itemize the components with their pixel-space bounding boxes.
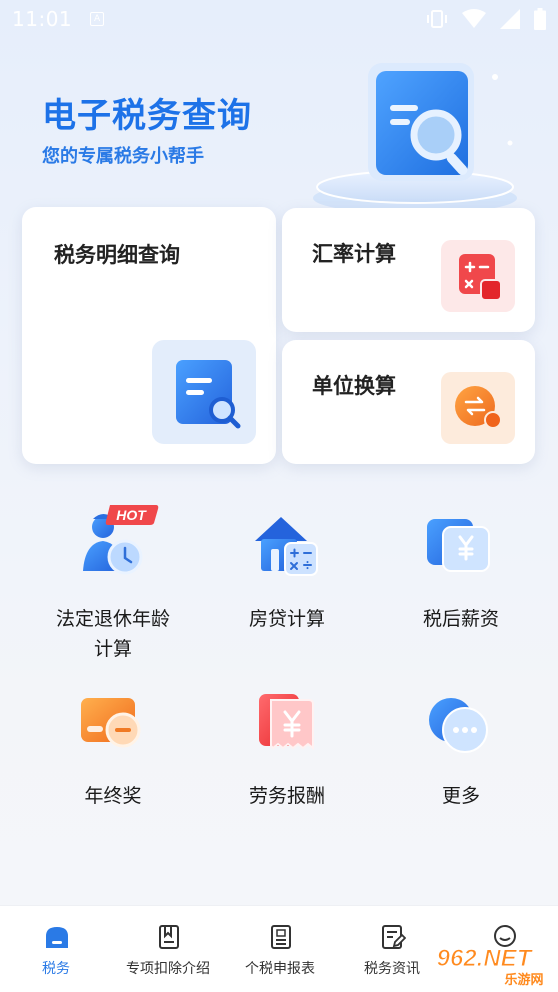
- card-exchange-rate[interactable]: 汇率计算: [282, 208, 535, 332]
- yuan-receipt-icon: [259, 694, 314, 751]
- grid-item-more[interactable]: 更多: [386, 690, 536, 820]
- bonus-card-icon: [81, 698, 141, 748]
- nav-label-tax-return: 个税申报表: [245, 961, 315, 977]
- hot-badge: HOT: [105, 505, 159, 525]
- card-exchange-rate-icon-tile: [441, 240, 515, 312]
- grid-label-mortgage-calc: 房贷计算: [248, 608, 325, 630]
- nav-item-special-deduction[interactable]: 专项扣除介绍: [112, 906, 224, 992]
- grid-label-labor-remuneration: 劳务报酬: [248, 785, 325, 807]
- document-search-icon: [176, 360, 241, 429]
- grid-item-mortgage-calc[interactable]: 房贷计算: [212, 505, 362, 635]
- edit-doc-icon: [382, 925, 406, 949]
- grid-item-labor-remuneration[interactable]: 劳务报酬: [212, 690, 362, 820]
- status-bar: 11:01 A: [0, 0, 558, 38]
- watermark-logo: 962.NET 乐游网: [436, 945, 543, 989]
- wifi-icon: [462, 9, 486, 28]
- calculator-icon: [459, 254, 502, 301]
- house-calculator-icon: [255, 517, 318, 576]
- nav-label-special-deduction: 专项扣除介绍: [126, 961, 210, 977]
- home-icon: [46, 927, 68, 948]
- battery-icon: [534, 8, 546, 30]
- vibrate-icon: [427, 10, 447, 28]
- card-tax-detail-icon-tile: [152, 340, 256, 444]
- card-exchange-rate-title: 汇率计算: [312, 242, 396, 266]
- document-search-icon: [313, 63, 517, 214]
- signal-icon: [500, 9, 520, 29]
- a-badge-icon: A: [90, 12, 105, 26]
- card-unit-convert-title: 单位换算: [312, 374, 396, 398]
- hot-badge-text: HOT: [116, 507, 147, 523]
- status-icons: [426, 8, 546, 30]
- grid-label-retirement-age-line1: 法定退休年龄: [55, 608, 170, 630]
- card-tax-detail-title: 税务明细查询: [54, 243, 180, 267]
- card-unit-convert-icon-tile: [441, 372, 515, 444]
- watermark-text: 962.NET: [437, 945, 534, 972]
- page-subtitle: 您的专属税务小帮手: [42, 146, 204, 167]
- grid-label-more: 更多: [441, 785, 480, 807]
- tax-form-icon: [271, 925, 291, 949]
- card-tax-detail-query[interactable]: 税务明细查询: [22, 207, 276, 464]
- grid-label-retirement-age-line2: 计算: [93, 638, 132, 660]
- more-dots-icon: [429, 698, 488, 753]
- card-unit-convert[interactable]: 单位换算: [282, 340, 535, 464]
- grid-item-after-tax-salary[interactable]: 税后薪资: [386, 505, 536, 635]
- page-title: 电子税务查询: [42, 96, 252, 136]
- nav-item-tax[interactable]: 税务: [0, 906, 112, 992]
- grid-item-retirement-age[interactable]: HOT 法定退休年龄 计算: [38, 505, 188, 665]
- grid-item-year-end-bonus[interactable]: 年终奖: [38, 690, 188, 820]
- yuan-card-icon: [427, 519, 490, 572]
- bookmark-doc-icon: [159, 925, 179, 949]
- grid-label-year-end-bonus: 年终奖: [84, 785, 142, 807]
- grid-label-after-tax-salary: 税后薪资: [422, 608, 499, 630]
- exchange-icon: [455, 386, 502, 429]
- nav-item-tax-return[interactable]: 个税申报表: [224, 906, 336, 992]
- watermark-subtext: 乐游网: [504, 972, 543, 988]
- nav-label-tax: 税务: [42, 961, 70, 977]
- status-time: 11:01: [12, 7, 73, 31]
